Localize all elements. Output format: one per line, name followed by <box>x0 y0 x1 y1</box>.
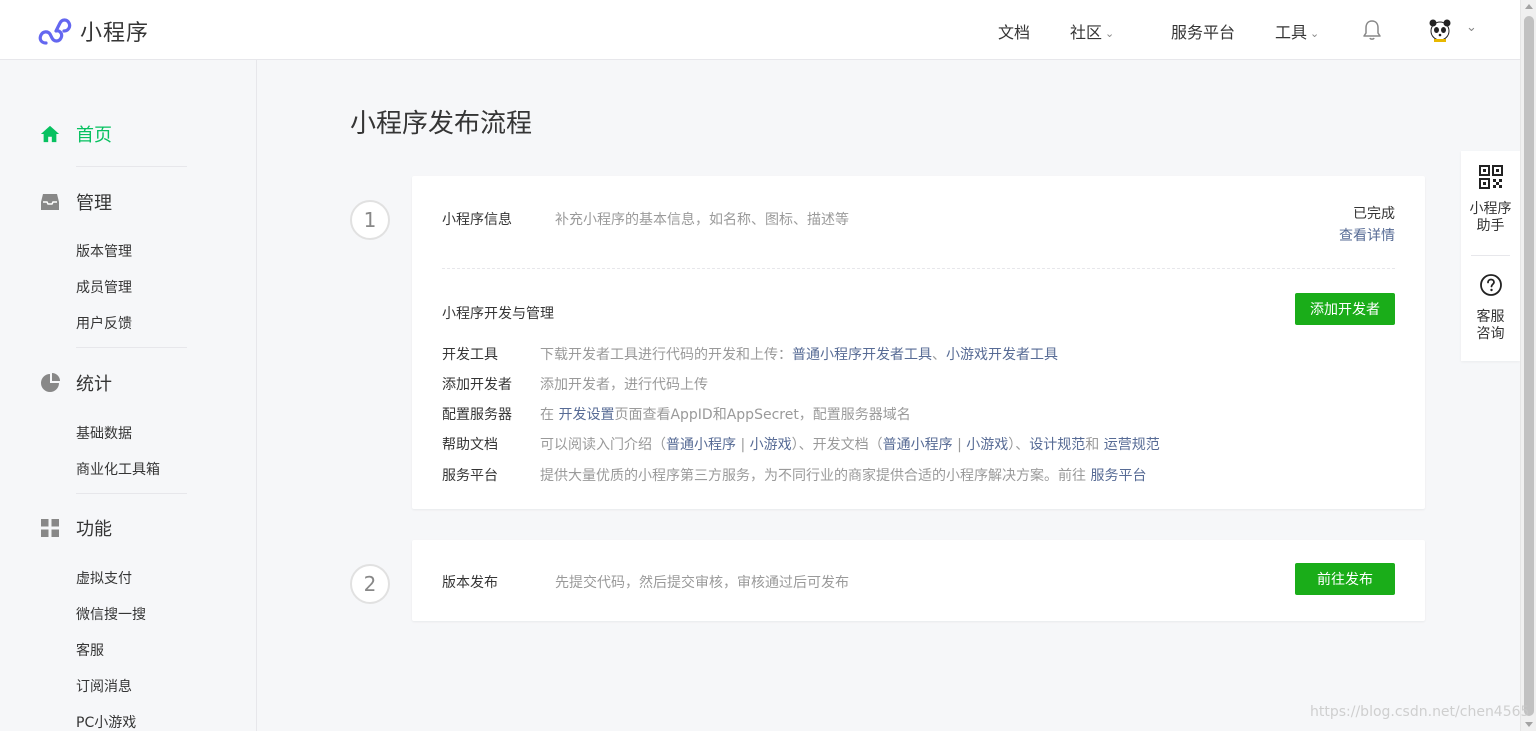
grid-icon <box>40 518 60 538</box>
scroll-up-arrow-icon[interactable] <box>1525 4 1533 9</box>
docs-minigame-link[interactable]: 小游戏 <box>966 437 1008 453</box>
help-and: 和 <box>1085 437 1104 453</box>
miniprogram-devtools-link[interactable]: 普通小程序开发者工具 <box>792 347 932 363</box>
row-label-help: 帮助文档 <box>442 437 498 453</box>
qr-code-icon <box>1478 165 1503 189</box>
step2-card: 版本发布 先提交代码，然后提交审核，审核通过后可发布 前往发布 <box>412 540 1425 621</box>
minigame-devtools-link[interactable]: 小游戏开发者工具 <box>946 347 1058 363</box>
design-guide-link[interactable]: 设计规范 <box>1029 437 1085 453</box>
row-label-devtools: 开发工具 <box>442 347 498 363</box>
info-desc: 补充小程序的基本信息，如名称、图标、描述等 <box>555 212 849 228</box>
scroll-down-arrow-icon[interactable] <box>1525 722 1533 727</box>
service-platform-link[interactable]: 服务平台 <box>1090 468 1146 484</box>
sidebar-item-home[interactable]: 首页 <box>40 122 112 146</box>
watermark: https://blog.csdn.net/chen4565 <box>1310 704 1530 720</box>
divider <box>76 347 187 348</box>
chevron-down-icon: ⌄ <box>1310 27 1320 40</box>
row-text-server: 在 开发设置页面查看AppID和AppSecret，配置服务器域名 <box>540 404 911 424</box>
sidebar-item-label: 统计 <box>76 374 112 395</box>
sidebar-item-wechat-search[interactable]: 微信搜一搜 <box>76 604 146 624</box>
chevron-down-icon[interactable]: ⌄ <box>1466 20 1477 35</box>
server-text-pre: 在 <box>540 407 559 423</box>
sidebar-item-stats[interactable]: 统计 <box>40 371 112 395</box>
row-label-add-dev: 添加开发者 <box>442 377 512 393</box>
sidebar-item-label: 管理 <box>76 193 112 214</box>
help-circle-icon <box>1479 274 1502 296</box>
step1-card: 小程序信息 补充小程序的基本信息，如名称、图标、描述等 已完成 查看详情 小程序… <box>412 176 1425 509</box>
row-label-platform: 服务平台 <box>442 468 498 484</box>
sidebar-item-manage[interactable]: 管理 <box>40 190 112 214</box>
row-text-devtools: 下载开发者工具进行代码的开发和上传：普通小程序开发者工具、小游戏开发者工具 <box>540 344 1058 364</box>
nav-community-label: 社区 <box>1070 23 1103 42</box>
step-number-2: 2 <box>350 564 390 604</box>
sidebar-item-features[interactable]: 功能 <box>40 516 112 540</box>
assistant-label: 小程序助手 <box>1469 201 1512 234</box>
sidebar-item-commerce-tools[interactable]: 商业化工具箱 <box>76 459 160 479</box>
sidebar-item-label: 首页 <box>76 125 112 146</box>
row-text-platform: 提供大量优质的小程序第三方服务，为不同行业的商家提供合适的小程序解决方案。前往 … <box>540 465 1146 485</box>
server-text-post: 页面查看AppID和AppSecret，配置服务器域名 <box>614 407 911 423</box>
page-title: 小程序发布流程 <box>350 109 533 139</box>
nav-tools-label: 工具 <box>1275 23 1308 42</box>
row-label-server: 配置服务器 <box>442 407 512 423</box>
pie-chart-icon <box>40 373 60 393</box>
divider <box>76 166 187 167</box>
scrollbar[interactable] <box>1520 0 1536 731</box>
sidebar-item-customer-service[interactable]: 客服 <box>76 640 104 660</box>
add-developer-button[interactable]: 添加开发者 <box>1295 293 1395 325</box>
nav-service-platform[interactable]: 服务平台 <box>1171 19 1235 43</box>
home-icon <box>40 124 60 144</box>
chevron-down-icon: ⌄ <box>1105 27 1115 40</box>
sidebar-item-pc-game[interactable]: PC小游戏 <box>76 712 136 731</box>
sidebar-item-user-feedback[interactable]: 用户反馈 <box>76 313 132 333</box>
sidebar: 首页 管理 版本管理 成员管理 用户反馈 统计 基础数据 商业化工具箱 功能 虚… <box>0 60 257 731</box>
miniprogram-logo-icon[interactable] <box>38 14 72 46</box>
divider <box>76 493 187 494</box>
separator: 、 <box>932 347 946 363</box>
floating-panel: 小程序助手 客服咨询 <box>1461 151 1520 361</box>
inbox-icon <box>40 192 60 212</box>
publish-title: 版本发布 <box>442 575 498 591</box>
intro-miniprogram-link[interactable]: 普通小程序 <box>666 437 736 453</box>
sidebar-item-subscribe-msg[interactable]: 订阅消息 <box>76 676 132 696</box>
go-publish-button[interactable]: 前往发布 <box>1295 563 1395 595</box>
divider <box>442 268 1395 269</box>
support-label: 客服咨询 <box>1476 309 1505 342</box>
nav-community[interactable]: 社区 ⌄ <box>1070 19 1114 43</box>
sidebar-item-virtual-pay[interactable]: 虚拟支付 <box>76 568 132 588</box>
sidebar-item-label: 功能 <box>76 519 112 540</box>
help-text-2: ）、开发文档（ <box>791 437 883 453</box>
step-number-1: 1 <box>350 200 390 240</box>
customer-service-button[interactable]: 客服咨询 <box>1461 273 1520 343</box>
sidebar-item-version-manage[interactable]: 版本管理 <box>76 241 132 261</box>
info-title: 小程序信息 <box>442 212 512 228</box>
dev-settings-link[interactable]: 开发设置 <box>558 407 614 423</box>
top-bar: 小程序 文档 社区 ⌄ 服务平台 工具 ⌄ ⌄ <box>0 0 1520 60</box>
platform-text: 提供大量优质的小程序第三方服务，为不同行业的商家提供合适的小程序解决方案。前往 <box>540 468 1091 484</box>
separator: | <box>952 437 967 453</box>
dev-section-title: 小程序开发与管理 <box>442 306 554 322</box>
divider <box>1471 255 1510 256</box>
nav-tools[interactable]: 工具 ⌄ <box>1275 19 1319 43</box>
view-details-link[interactable]: 查看详情 <box>1339 225 1395 245</box>
sidebar-item-member-manage[interactable]: 成员管理 <box>76 277 132 297</box>
row-text-add-dev: 添加开发者，进行代码上传 <box>540 377 708 393</box>
operation-guide-link[interactable]: 运营规范 <box>1104 437 1160 453</box>
separator: | <box>736 437 750 453</box>
brand-title[interactable]: 小程序 <box>80 15 149 47</box>
devtools-text: 下载开发者工具进行代码的开发和上传： <box>540 347 792 363</box>
row-text-help: 可以阅读入门介绍（普通小程序 | 小游戏）、开发文档（普通小程序 | 小游戏）、… <box>540 434 1160 454</box>
help-text-1: 可以阅读入门介绍（ <box>540 437 666 453</box>
bell-icon[interactable] <box>1362 19 1382 41</box>
help-text-3: ）、 <box>1008 437 1030 453</box>
scroll-thumb[interactable] <box>1524 16 1534 716</box>
nav-docs[interactable]: 文档 <box>998 19 1030 43</box>
publish-desc: 先提交代码，然后提交审核，审核通过后可发布 <box>555 575 849 591</box>
status-badge: 已完成 <box>1353 206 1395 222</box>
docs-miniprogram-link[interactable]: 普通小程序 <box>883 437 953 453</box>
avatar[interactable] <box>1427 17 1453 43</box>
miniprogram-assistant-button[interactable]: 小程序助手 <box>1461 165 1520 235</box>
intro-minigame-link[interactable]: 小游戏 <box>750 437 792 453</box>
sidebar-item-basic-data[interactable]: 基础数据 <box>76 423 132 443</box>
